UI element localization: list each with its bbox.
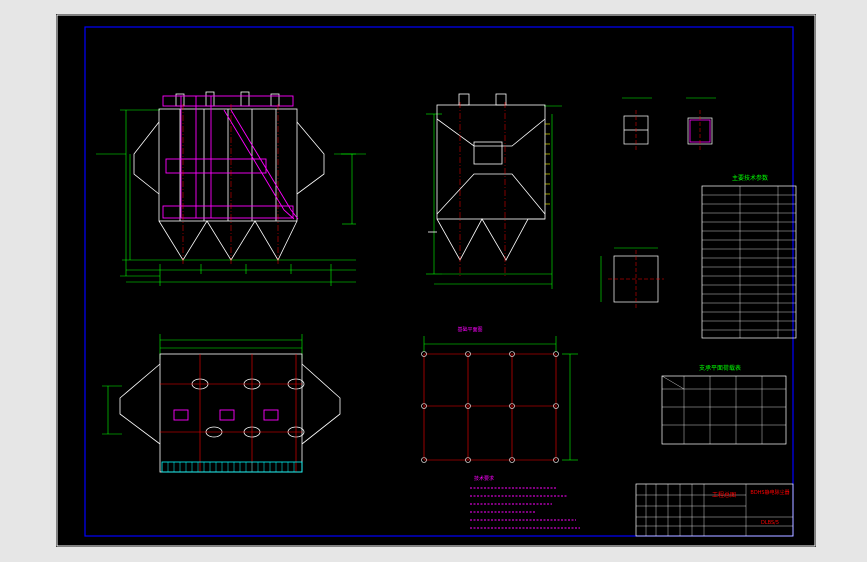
tech-params-table: 主要技术参数 [701,174,797,339]
sheet-frame [56,14,816,547]
drawing-sheet: 基础平面图 主要技术参数 支承平面荷载表 技术要求 工程总图 BDHS静电除尘器… [56,14,816,547]
plan-view [102,334,341,473]
tech-params-title: 主要技术参数 [732,174,768,182]
technical-notes: 技术要求 [470,475,580,529]
title-project: 工程总图 [712,491,736,499]
support-load-table: 支承平面荷载表 [661,364,787,445]
title-sheet-code: DLBS/5 [761,520,779,526]
title-company: BDHS静电除尘器 [750,489,789,496]
side-elevation-view [426,93,562,289]
notes-title: 技术要求 [474,475,494,482]
cad-drawing: 基础平面图 主要技术参数 支承平面荷载表 技术要求 工程总图 BDHS静电除尘器… [56,14,816,547]
title-block: 工程总图 BDHS静电除尘器 DLBS/5 [635,483,794,537]
drawing-border [84,26,794,537]
detail-sketches [600,97,716,308]
foundation-plan-title: 基础平面图 [457,326,482,333]
cad-viewport[interactable]: 基础平面图 主要技术参数 支承平面荷载表 技术要求 工程总图 BDHS静电除尘器… [0,0,867,562]
support-table-title: 支承平面荷载表 [699,364,741,372]
front-elevation-view [96,91,366,286]
foundation-plan-view: 基础平面图 [421,326,578,463]
